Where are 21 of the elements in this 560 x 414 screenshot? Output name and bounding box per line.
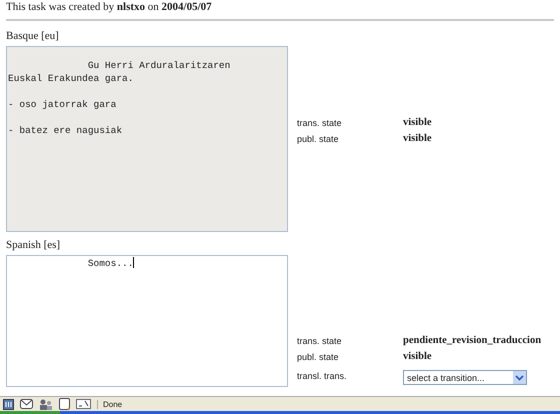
state-label: trans. state <box>297 336 343 346</box>
window-icon[interactable] <box>3 398 14 410</box>
state-label: publ. state <box>297 352 340 362</box>
state-label: publ. state <box>297 134 340 144</box>
task-creation-text: This task was created by nlstxo on 2004/05/07 <box>6 0 213 14</box>
state-value: visible <box>403 117 432 128</box>
people-icon[interactable] <box>39 398 53 410</box>
status-text: Done <box>97 400 122 408</box>
state-value: pendiente_revision_traduccion <box>403 335 542 346</box>
language-label: Basque [eu] <box>6 30 60 43</box>
page-icon[interactable] <box>59 398 70 410</box>
text-area[interactable]: Gu Herri Arduralaritzaren Euskal Erakundea gara. - oso jatorrak gara - batez ere nagusiak <box>6 46 288 232</box>
state-label: trans. state <box>297 118 343 128</box>
edit-icon[interactable] <box>76 399 91 409</box>
mail-icon[interactable] <box>20 399 33 409</box>
text-area[interactable]: Somos... <box>6 255 288 387</box>
transition-label: transl. trans. <box>297 370 348 380</box>
language-label: Spanish [es] <box>6 239 62 252</box>
state-value: visible <box>403 133 432 144</box>
state-value: visible <box>403 351 432 362</box>
transition-select[interactable]: select a transition... <box>403 370 527 385</box>
